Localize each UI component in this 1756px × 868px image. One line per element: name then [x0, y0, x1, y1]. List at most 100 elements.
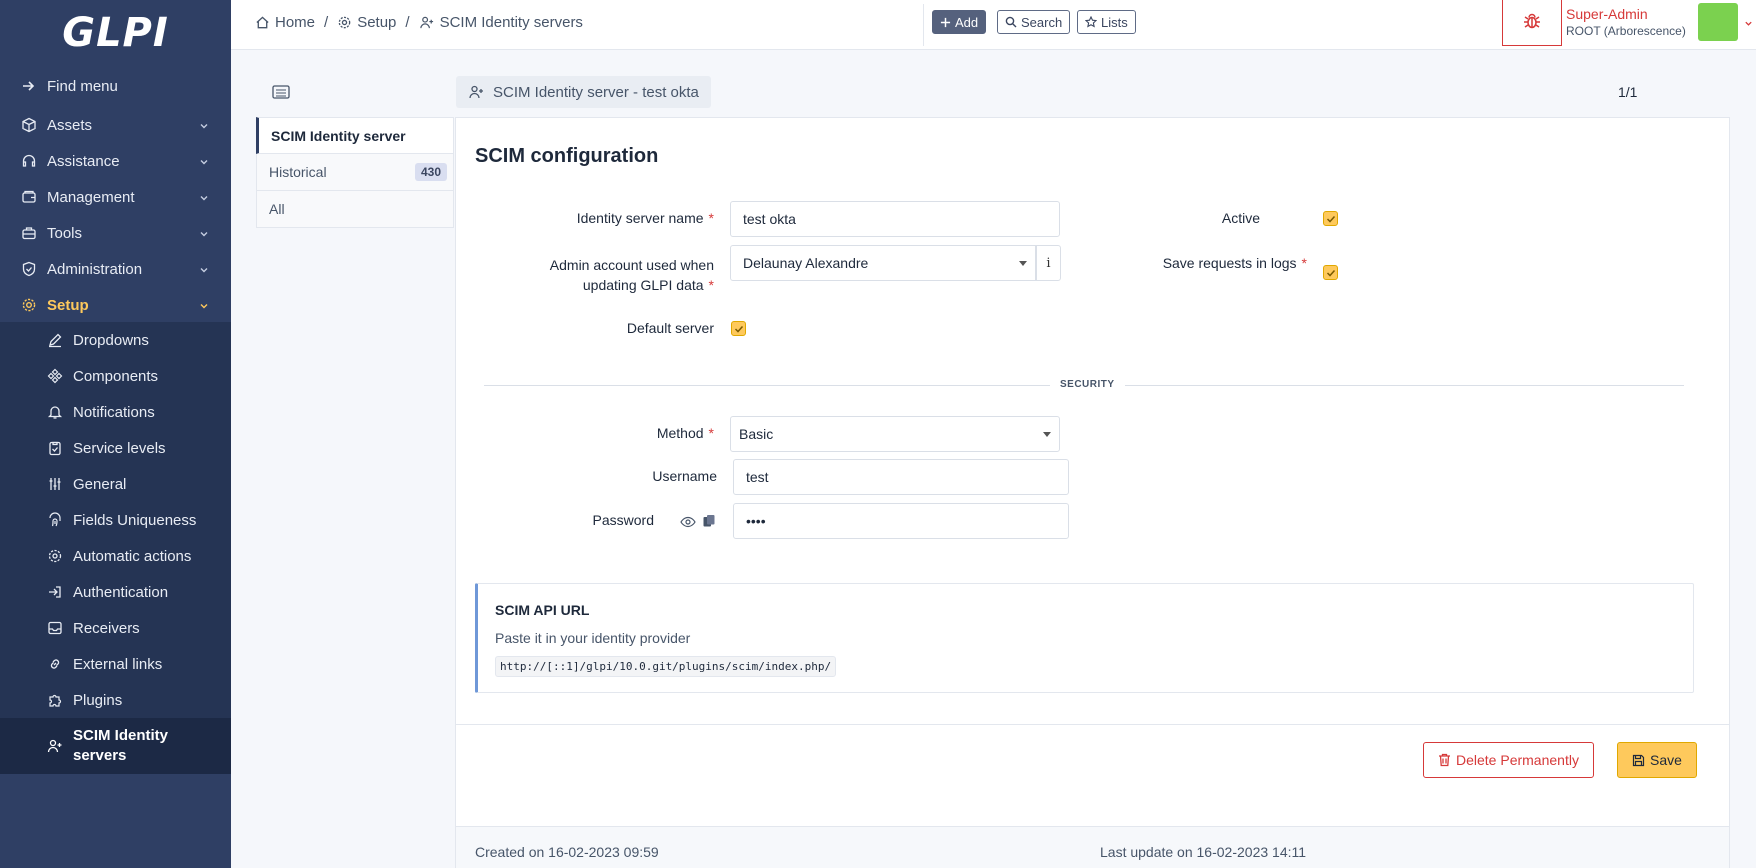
item-title-text: SCIM Identity server - test okta [493, 83, 699, 101]
username-input[interactable]: test [733, 459, 1069, 495]
active-label: Active [1221, 210, 1260, 226]
updated-date: Last update on 16-02-2023 14:11 [1100, 844, 1307, 860]
created-date: Created on 16-02-2023 09:59 [475, 844, 659, 860]
password-input[interactable]: •••• [733, 503, 1069, 539]
glpi-logo[interactable]: GLPI [0, 0, 231, 66]
active-checkbox[interactable] [1323, 211, 1338, 226]
submenu-item-service-levels[interactable]: Service levels [0, 430, 231, 466]
fingerprint-icon [46, 511, 64, 529]
sidebar-item-administration[interactable]: Administration [0, 251, 231, 287]
home-icon [255, 15, 270, 30]
api-box-description: Paste it in your identity provider [495, 630, 691, 646]
admin-account-select[interactable]: Delaunay Alexandre [730, 245, 1036, 281]
sidebar-item-label: Tools [47, 224, 83, 242]
breadcrumb-current[interactable]: SCIM Identity servers [440, 14, 583, 31]
sidebar-item-label: Setup [47, 296, 89, 314]
sidebar-item-management[interactable]: Management [0, 179, 231, 215]
submenu-item-receivers[interactable]: Receivers [0, 610, 231, 646]
copy-icon[interactable] [702, 514, 716, 531]
briefcase-icon [20, 224, 38, 242]
lists-button[interactable]: Lists [1077, 10, 1136, 34]
search-icon [1005, 16, 1017, 28]
sliders-icon [46, 475, 64, 493]
name-label: Identity server name * [576, 210, 714, 226]
submenu-item-external-links[interactable]: External links [0, 646, 231, 682]
add-button[interactable]: Add [932, 10, 987, 34]
record-footer: Created on 16-02-2023 09:59 Last update … [456, 826, 1729, 868]
admin-account-label: Admin account used when updating GLPI dat… [549, 257, 714, 293]
save-logs-checkbox[interactable] [1323, 265, 1338, 280]
tab-historical[interactable]: Historical 430 [256, 154, 454, 191]
default-server-label: Default server [626, 320, 714, 336]
tab-all[interactable]: All [256, 191, 454, 228]
sidebar-item-setup[interactable]: Setup [0, 287, 231, 323]
headset-icon [20, 152, 38, 170]
user-plus-icon [468, 84, 485, 100]
caret-down-icon [1043, 432, 1051, 437]
submenu-item-label: Automatic actions [73, 547, 192, 565]
submenu-item-label: Notifications [73, 403, 155, 421]
sidebar-item-tools[interactable]: Tools [0, 215, 231, 251]
user-profile: Super-Admin [1566, 6, 1648, 22]
submenu-item-label: Authentication [73, 583, 169, 601]
submenu-item-fields-uniqueness[interactable]: Fields Uniqueness [0, 502, 231, 538]
method-select[interactable]: Basic [730, 416, 1060, 452]
star-icon [1085, 16, 1097, 28]
submenu-item-label: External links [73, 655, 163, 673]
find-menu[interactable]: Find menu [0, 68, 231, 104]
breadcrumb-setup[interactable]: Setup [357, 14, 396, 31]
submenu-item-label: General [73, 475, 127, 493]
submenu-item-label: Service levels [73, 439, 166, 457]
submenu-item-automatic-actions[interactable]: Automatic actions [0, 538, 231, 574]
link-icon [46, 655, 64, 673]
default-server-checkbox[interactable] [731, 321, 746, 336]
api-box-title: SCIM API URL [495, 602, 590, 618]
shield-check-icon [20, 260, 38, 278]
inbox-icon [46, 619, 64, 637]
search-button[interactable]: Search [997, 10, 1071, 34]
submenu-item-components[interactable]: Components [0, 358, 231, 394]
top-bar: Home / Setup / SCIM Identity servers Add… [231, 0, 1756, 50]
breadcrumb-home[interactable]: Home [275, 14, 315, 31]
avatar[interactable] [1698, 3, 1738, 41]
item-title: SCIM Identity server - test okta [456, 76, 711, 108]
item-tabs: SCIM Identity server Historical 430 All [256, 117, 454, 228]
box-icon [20, 116, 38, 134]
user-plus-icon [419, 15, 435, 30]
eye-icon[interactable] [680, 515, 696, 531]
save-button[interactable]: Save [1617, 742, 1697, 778]
submenu-item-notifications[interactable]: Notifications [0, 394, 231, 430]
submenu-item-authentication[interactable]: Authentication [0, 574, 231, 610]
sidebar: GLPI Find menu Assets Assistance Managem… [0, 0, 231, 868]
sidebar-item-assets[interactable]: Assets [0, 107, 231, 143]
submenu-item-general[interactable]: General [0, 466, 231, 502]
api-url[interactable]: http://[::1]/glpi/10.0.git/plugins/scim/… [495, 656, 837, 677]
chevron-down-icon [199, 154, 209, 171]
arrow-right-icon [20, 77, 38, 95]
name-input[interactable]: test okta [730, 201, 1060, 237]
submenu-item-plugins[interactable]: Plugins [0, 682, 231, 718]
components-icon [46, 367, 64, 385]
main-card: SCIM configuration Identity server name *… [455, 117, 1730, 868]
submenu-item-dropdowns[interactable]: Dropdowns [0, 322, 231, 358]
submenu-item-label: Components [73, 367, 159, 385]
chevron-down-icon [199, 298, 209, 315]
chevron-down-icon [199, 262, 209, 279]
submenu-item-scim-identity-servers[interactable]: SCIM Identity servers [0, 718, 231, 774]
tab-scim-identity-server[interactable]: SCIM Identity server [256, 117, 454, 154]
delete-permanently-button[interactable]: Delete Permanently [1423, 742, 1594, 778]
scim-api-url-box: SCIM API URL Paste it in your identity p… [475, 583, 1694, 693]
user-menu[interactable]: Super-Admin ROOT (Arborescence) [1566, 6, 1686, 38]
chevron-down-icon [199, 118, 209, 135]
edit-icon [46, 331, 64, 349]
chevron-down-icon [199, 190, 209, 207]
sidebar-item-label: Administration [47, 260, 143, 278]
password-label: Password [592, 512, 654, 528]
submenu-item-label: Dropdowns [73, 331, 149, 349]
debug-mode-button[interactable] [1502, 0, 1562, 46]
chevron-down-icon[interactable] [1744, 15, 1753, 31]
plus-icon [940, 17, 951, 28]
list-toggle-icon[interactable] [272, 84, 290, 103]
gear-icon [20, 296, 38, 314]
sidebar-item-assistance[interactable]: Assistance [0, 143, 231, 179]
